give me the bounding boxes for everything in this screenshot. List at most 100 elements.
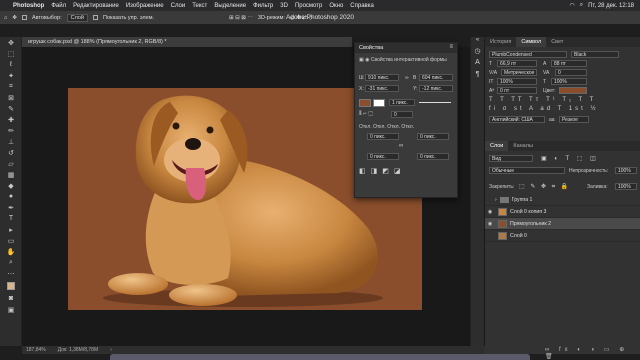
path-select-icon[interactable]: ▸ <box>0 224 22 235</box>
eraser-tool-icon[interactable]: ▱ <box>0 158 22 169</box>
stroke-type-dropdown[interactable] <box>419 102 451 103</box>
fill-swatch[interactable] <box>359 99 371 107</box>
menu-help[interactable]: Справка <box>350 3 374 9</box>
rectangle-tool-icon[interactable]: ▭ <box>0 235 22 246</box>
fill-field[interactable]: 100% <box>615 183 637 190</box>
search-icon[interactable]: ⌕ <box>580 2 583 9</box>
tab-layers[interactable]: Слои <box>485 141 509 151</box>
layer-row-layer0[interactable]: Слой 0 <box>485 230 640 242</box>
pathfinder-icons[interactable]: ◧◨◩◪ <box>359 167 405 175</box>
eyedropper-icon[interactable]: ✎ <box>0 103 22 114</box>
opacity-field[interactable]: 100% <box>615 167 637 174</box>
menu-image[interactable]: Изображение <box>126 3 164 9</box>
stroke-width-field[interactable]: 1 пикс. <box>389 99 415 106</box>
healing-brush-icon[interactable]: ✚ <box>0 114 22 125</box>
layer-mask-icon[interactable]: ▣ ◉ <box>359 57 369 63</box>
layer-footer-icons[interactable]: ∞ fx ◐ ◑ ▭ ⊕ 🗑 <box>545 346 640 360</box>
corner-radius-br[interactable]: 0 пикс. <box>417 153 449 160</box>
blur-tool-icon[interactable]: ◆ <box>0 180 22 191</box>
collapse-arrow-icon[interactable]: « <box>471 37 484 47</box>
more-tools-icon[interactable]: ⋯ <box>0 268 22 279</box>
home-icon[interactable]: ⌂ <box>4 15 7 21</box>
stroke-swatch[interactable] <box>373 99 385 107</box>
marquee-tool-icon[interactable]: ⬚ <box>0 48 22 59</box>
pen-tool-icon[interactable]: ✒ <box>0 202 22 213</box>
link-corners-icon[interactable]: ∞ <box>399 143 403 149</box>
zoom-tool-icon[interactable]: ⌕ <box>0 257 22 268</box>
language-dropdown[interactable]: Английский: США <box>489 116 545 123</box>
expand-chevron-icon[interactable]: › <box>495 197 497 203</box>
zoom-readout[interactable]: 187,84% <box>26 347 46 353</box>
wifi-icon[interactable]: ◠ <box>569 2 574 9</box>
kerning-dropdown[interactable]: Метрическое <box>501 69 537 76</box>
menu-file[interactable]: Файл <box>51 3 66 9</box>
x-field[interactable]: -31 пикс. <box>365 85 399 92</box>
layer-row-copy3[interactable]: ◉ Слой 0 копия 3 <box>485 206 640 218</box>
frame-tool-icon[interactable]: ⊠ <box>0 92 22 103</box>
color-swatches[interactable] <box>0 279 22 293</box>
mac-dock[interactable] <box>110 354 530 360</box>
clock[interactable]: Пт, 28 дек. 12:18 <box>588 3 634 9</box>
stroke-options-icons[interactable]: ⫴ ⌐ ⬚ <box>359 111 373 118</box>
stamp-tool-icon[interactable]: ⊥ <box>0 136 22 147</box>
doc-size-readout[interactable]: Док: 1,38M/8,78M <box>58 347 98 353</box>
status-arrow-icon[interactable]: › <box>110 347 112 353</box>
font-size-field[interactable]: 66,9 пт <box>497 60 537 67</box>
app-menu[interactable]: Photoshop <box>13 3 44 9</box>
brush-tool-icon[interactable]: ✏ <box>0 125 22 136</box>
leading-field[interactable]: 88 пт <box>551 60 587 67</box>
opentype-buttons[interactable]: fi σ st A ad T 1st ½ <box>489 106 599 112</box>
history-brush-icon[interactable]: ↺ <box>0 147 22 158</box>
layer-row-rectangle2[interactable]: ◉ Прямоугольник 2 <box>485 218 640 230</box>
width-field[interactable]: 910 пикс. <box>365 74 399 81</box>
corner-radius-bl[interactable]: 0 пикс. <box>367 153 399 160</box>
panel-menu-icon[interactable]: ≡ <box>449 44 453 50</box>
3d-tools-icons[interactable]: ◎ ✥ ⇄ ◇ <box>290 15 313 21</box>
tracking-field[interactable]: 0 <box>555 69 587 76</box>
move-tool-icon[interactable]: ✥ <box>12 15 17 21</box>
menu-edit[interactable]: Редактирование <box>73 3 119 9</box>
tab-light[interactable]: Свет <box>546 37 568 47</box>
show-controls-checkbox[interactable] <box>92 15 98 20</box>
baseline-field[interactable]: 0 пт <box>497 87 537 94</box>
type-tool-icon[interactable]: T <box>0 213 22 224</box>
antialias-dropdown[interactable]: Резкое <box>559 116 589 123</box>
menu-filter[interactable]: Фильтр <box>253 3 273 9</box>
lasso-tool-icon[interactable]: ℓ <box>0 59 22 70</box>
tab-history[interactable]: История <box>485 37 516 47</box>
menu-type[interactable]: Текст <box>192 3 207 9</box>
paragraph-panel-icon[interactable]: ¶ <box>471 71 484 83</box>
document-tab[interactable]: игрушк собак.psd @ 188% (Прямоугольник 2… <box>22 37 352 47</box>
vertical-scale-field[interactable]: 100% <box>497 78 537 85</box>
history-panel-icon[interactable]: ◷ <box>471 47 484 59</box>
y-field[interactable]: -12 пикс. <box>419 85 453 92</box>
blend-mode-dropdown[interactable]: Обычные <box>489 167 565 174</box>
menu-view[interactable]: Просмотр <box>295 3 322 9</box>
quick-mask-icon[interactable]: ◙ <box>0 293 22 304</box>
link-icon[interactable]: ∞ <box>405 75 409 81</box>
menu-window[interactable]: Окно <box>329 3 343 9</box>
menu-3d[interactable]: 3D <box>280 3 288 9</box>
lock-icons[interactable]: ⬚ ✎ ✥ ⌗ 🔒 <box>519 183 570 191</box>
tab-channels[interactable]: Каналы <box>508 141 538 151</box>
crop-tool-icon[interactable]: ⌗ <box>0 81 22 92</box>
horizontal-scale-field[interactable]: 100% <box>551 78 587 85</box>
dodge-tool-icon[interactable]: ● <box>0 191 22 202</box>
text-style-buttons[interactable]: T T TT Tт T¹ T₁ T T <box>489 97 596 103</box>
layer-filter-icons[interactable]: ▣ ◐ T ⬚ ◫ <box>541 155 599 162</box>
height-field[interactable]: 604 пикс. <box>419 74 453 81</box>
align-icons[interactable]: ⊞ ⊟ ⊠ ⋯ <box>229 15 253 21</box>
gradient-tool-icon[interactable]: ▦ <box>0 169 22 180</box>
hand-tool-icon[interactable]: ✋ <box>0 246 22 257</box>
magic-wand-icon[interactable]: ✦ <box>0 70 22 81</box>
layer-row-group1[interactable]: › Группа 1 <box>485 194 640 206</box>
screen-mode-icon[interactable]: ▣ <box>0 304 22 315</box>
character-panel-icon[interactable]: A <box>471 59 484 71</box>
autoselect-checkbox[interactable] <box>21 15 27 20</box>
corner-radius-tr[interactable]: 0 пикс. <box>417 133 449 140</box>
stroke-align-field[interactable]: 0 <box>391 111 413 118</box>
corner-radius-tl[interactable]: 0 пикс. <box>367 133 399 140</box>
menu-layer[interactable]: Слои <box>171 3 186 9</box>
eye-icon[interactable]: ◉ <box>485 221 495 227</box>
autoselect-dropdown[interactable]: Слой <box>66 13 88 22</box>
